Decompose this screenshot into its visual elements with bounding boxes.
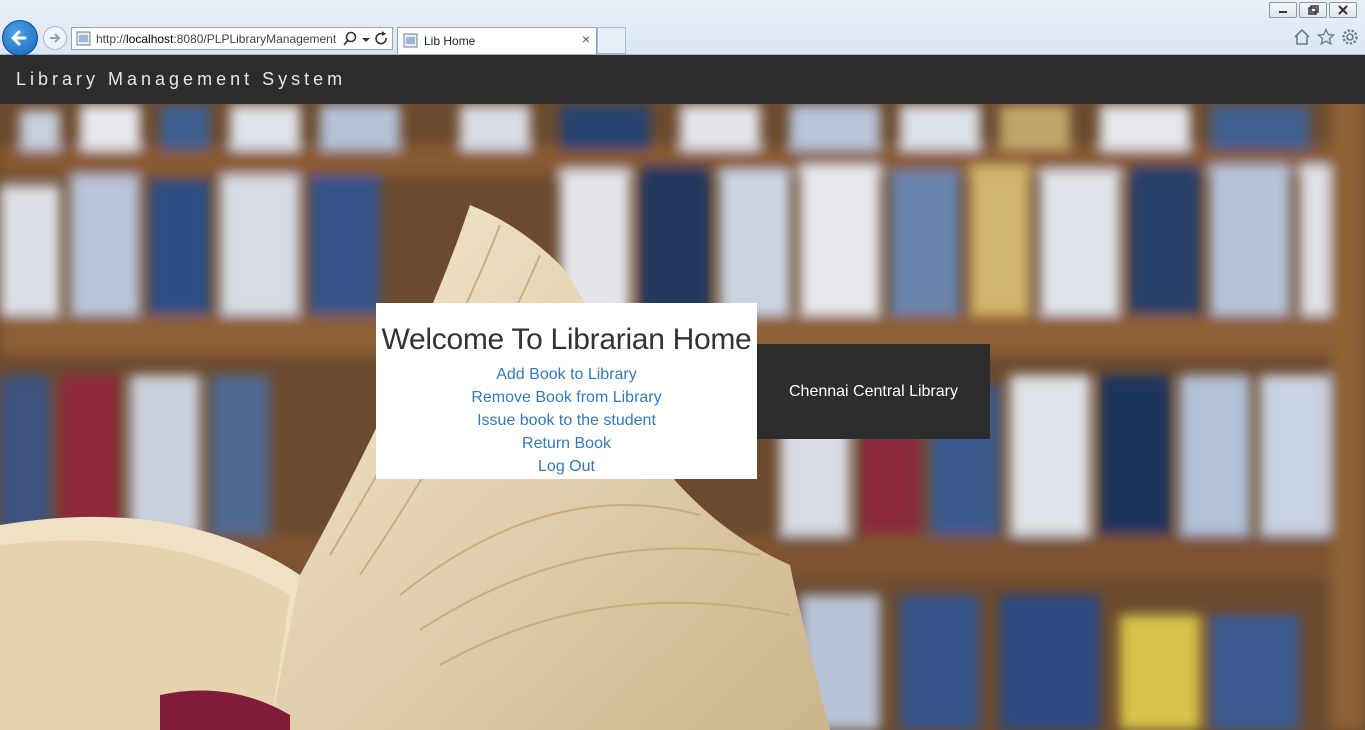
- restore-button[interactable]: [1299, 2, 1327, 18]
- page-icon: [76, 31, 91, 46]
- browser-chrome: http://localhost:8080/PLPLibraryManageme…: [0, 0, 1365, 56]
- refresh-icon[interactable]: [374, 30, 390, 48]
- search-icon[interactable]: [342, 30, 358, 48]
- back-button[interactable]: [2, 20, 38, 56]
- home-icon[interactable]: [1293, 28, 1311, 46]
- brand-title[interactable]: Library Management System: [16, 69, 346, 90]
- librarian-menu: Add Book to Library Remove Book from Lib…: [376, 363, 757, 478]
- library-name: Chennai Central Library: [789, 382, 958, 400]
- close-window-button[interactable]: [1329, 2, 1357, 18]
- navbar: Library Management System: [0, 55, 1365, 104]
- tab-lib-home[interactable]: Lib Home ×: [397, 27, 597, 54]
- forward-button[interactable]: [43, 26, 67, 50]
- tab-title: Lib Home: [424, 34, 476, 48]
- minimize-button[interactable]: [1269, 2, 1297, 18]
- back-arrow-icon: [11, 30, 27, 46]
- page-icon: [403, 33, 418, 48]
- return-book-link[interactable]: Return Book: [376, 432, 757, 455]
- settings-gear-icon[interactable]: [1341, 28, 1359, 46]
- dropdown-icon[interactable]: [360, 30, 372, 48]
- favorites-star-icon[interactable]: [1317, 28, 1335, 46]
- forward-arrow-icon: [50, 33, 61, 43]
- page-content: Library Management System Welcome To Lib…: [0, 55, 1365, 730]
- url-text[interactable]: http://localhost:8080/PLPLibraryManageme…: [96, 32, 338, 46]
- library-name-panel: Chennai Central Library: [757, 344, 990, 439]
- add-book-link[interactable]: Add Book to Library: [376, 363, 757, 386]
- remove-book-link[interactable]: Remove Book from Library: [376, 386, 757, 409]
- welcome-panel: Welcome To Librarian Home Add Book to Li…: [376, 303, 757, 479]
- issue-book-link[interactable]: Issue book to the student: [376, 409, 757, 432]
- new-tab-button[interactable]: [597, 27, 626, 54]
- tab-close-button[interactable]: ×: [582, 31, 590, 47]
- window-controls: [1269, 2, 1357, 18]
- welcome-heading: Welcome To Librarian Home: [381, 323, 752, 356]
- address-bar[interactable]: http://localhost:8080/PLPLibraryManageme…: [71, 27, 393, 50]
- browser-toolbar: [1293, 28, 1359, 46]
- logout-link[interactable]: Log Out: [376, 455, 757, 478]
